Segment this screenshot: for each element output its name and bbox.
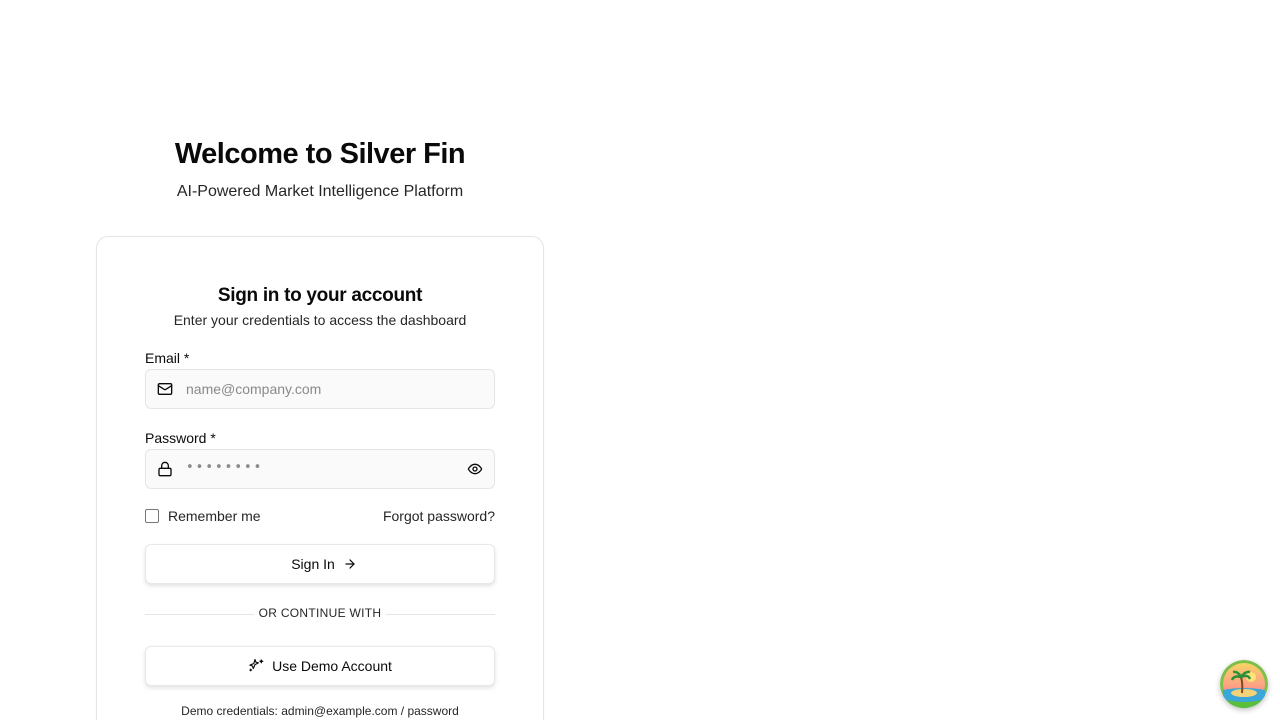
- card-title: Sign in to your account: [217, 285, 423, 306]
- password-input[interactable]: ••••••••: [186, 460, 263, 475]
- page-title: Welcome to Silver Fin: [174, 138, 466, 170]
- login-card: Sign in to your account Enter your crede…: [96, 236, 544, 720]
- email-input[interactable]: [186, 370, 456, 408]
- password-label: Password *: [145, 430, 216, 446]
- remember-me[interactable]: Remember me: [145, 508, 261, 524]
- use-demo-account-button[interactable]: Use Demo Account: [145, 646, 495, 686]
- demo-credentials: Demo credentials: admin@example.com / pa…: [181, 704, 459, 718]
- sign-in-button[interactable]: Sign In: [145, 544, 495, 584]
- forgot-password-link[interactable]: Forgot password?: [383, 508, 495, 524]
- remember-label: Remember me: [168, 508, 261, 524]
- arrow-right-icon: [345, 559, 355, 569]
- island-avatar-icon[interactable]: [1220, 660, 1268, 708]
- sparkles-icon: [249, 658, 264, 672]
- remember-checkbox[interactable]: [145, 509, 159, 523]
- card-description: Enter your credentials to access the das…: [173, 312, 467, 328]
- lock-icon: [157, 461, 173, 477]
- mail-icon: [157, 381, 173, 397]
- page-subtitle: AI-Powered Market Intelligence Platform: [176, 183, 464, 200]
- eye-icon[interactable]: [467, 461, 483, 477]
- email-field[interactable]: [145, 369, 495, 409]
- email-label: Email *: [145, 350, 190, 366]
- login-page: Welcome to Silver Fin AI-Powered Market …: [0, 0, 1280, 720]
- use-demo-account-label: Use Demo Account: [272, 658, 392, 674]
- sign-in-label: Sign In: [291, 556, 335, 572]
- password-field[interactable]: ••••••••: [145, 449, 495, 489]
- divider: OR CONTINUE WITH: [145, 605, 495, 623]
- divider-text: OR CONTINUE WITH: [254, 606, 386, 620]
